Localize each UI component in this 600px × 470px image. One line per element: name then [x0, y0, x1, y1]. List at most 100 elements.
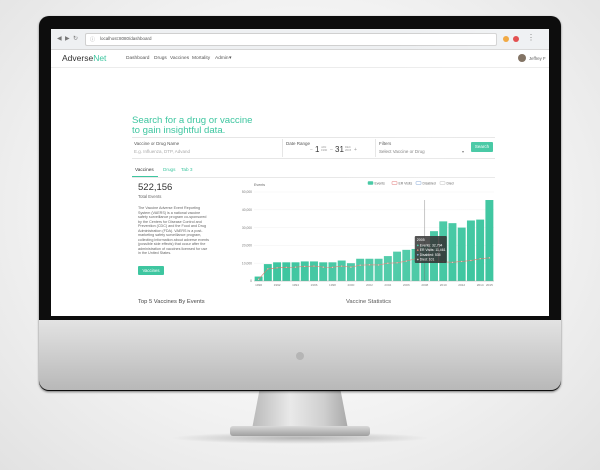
total-events-label: Total Events — [138, 194, 162, 199]
bar — [337, 260, 346, 281]
bar — [346, 263, 355, 281]
legend-swatch — [391, 181, 398, 185]
nav-admin[interactable]: Admin — [215, 56, 229, 61]
chevron-down-icon[interactable]: ▾ — [462, 149, 464, 154]
er-visits-point — [387, 262, 389, 264]
er-visits-point — [294, 266, 297, 268]
bar — [319, 262, 328, 281]
y-tick-label: 40,000 — [242, 208, 252, 212]
er-visits-point — [331, 266, 334, 269]
y-axis-label: Events — [254, 183, 265, 187]
tab-3[interactable]: Tab 3 — [181, 167, 192, 172]
y-tick-label: 20,000 — [242, 244, 252, 248]
date-start[interactable]: 1 — [315, 145, 319, 154]
tab-vaccines[interactable]: Vaccines — [135, 167, 154, 172]
tooltip-row: Disabled: 535 — [420, 253, 441, 257]
bar — [291, 262, 300, 281]
increment-icon[interactable]: + — [354, 147, 357, 153]
er-visits-point — [396, 262, 398, 264]
decrement-icon[interactable]: − — [310, 147, 313, 153]
nav-vaccines[interactable]: Vaccines — [170, 56, 189, 61]
tooltip-dot — [416, 253, 419, 256]
legend-swatch — [439, 181, 446, 185]
tooltip-row: Died: 101 — [420, 258, 435, 262]
x-tick-label: 2014 — [477, 283, 484, 287]
extension-icon[interactable] — [503, 36, 509, 42]
drug-name-input[interactable]: E.g. Influenza, DTP, Advand — [134, 149, 190, 154]
y-tick-label: 10,000 — [242, 261, 252, 265]
x-tick-label: 2015 — [486, 283, 493, 287]
address-bar[interactable]: ⓘ localhost:8080/dashboard — [85, 33, 497, 46]
er-visits-point — [267, 268, 269, 270]
x-tick-label: 2008 — [421, 283, 428, 287]
date-end[interactable]: 31 — [335, 145, 344, 154]
vaccine-statistics-heading: Vaccine Statistics — [346, 299, 391, 305]
bar — [365, 258, 374, 281]
drug-name-label: Vaccine or Drug Name — [134, 141, 180, 146]
bar — [383, 256, 392, 281]
logo[interactable]: AdverseNet — [62, 53, 106, 63]
er-visits-point — [377, 264, 380, 266]
nav-drugs[interactable]: Drugs — [154, 56, 167, 61]
legend-label: Disabled — [423, 181, 436, 185]
user-name[interactable]: Jeffrey F — [529, 56, 546, 61]
search-bar: Vaccine or Drug Name E.g. Influenza, DTP… — [132, 137, 495, 159]
filters-label: Filters — [379, 141, 392, 146]
er-visits-point — [304, 265, 306, 268]
nav-dashboard[interactable]: Dashboard — [126, 56, 149, 61]
bar — [328, 262, 337, 281]
avatar[interactable] — [518, 54, 526, 62]
bar — [273, 262, 282, 281]
er-visits-point — [276, 267, 278, 269]
bar — [263, 264, 272, 281]
monitor-stand-base — [230, 426, 370, 436]
tooltip-dot — [416, 258, 419, 261]
date-range-label: Date Range — [286, 141, 311, 146]
tooltip-dot — [416, 244, 419, 247]
date-end-sub: DEC 2015 — [345, 145, 352, 152]
logo-accent: Net — [93, 53, 107, 63]
er-visits-point — [470, 259, 472, 262]
y-tick-label: 50,000 — [242, 190, 252, 194]
page-info-icon: ⓘ — [90, 36, 96, 43]
er-visits-point — [451, 261, 454, 264]
total-events-count: 522,156 — [138, 182, 173, 193]
top-vaccines-heading: Top 5 Vaccines By Events — [138, 299, 205, 305]
y-tick-label: 0 — [250, 279, 252, 283]
search-button[interactable]: Search — [471, 142, 493, 152]
bar — [300, 261, 309, 281]
x-tick-label: 2002 — [366, 283, 373, 287]
forward-arrow-icon[interactable]: ▶ — [65, 35, 70, 42]
bar — [457, 227, 466, 281]
er-visits-point — [285, 266, 288, 269]
nav-mortality[interactable]: Mortality — [192, 56, 210, 61]
x-tick-label: 1994 — [292, 283, 299, 287]
reload-icon[interactable]: ↻ — [73, 35, 78, 42]
chevron-down-icon[interactable]: ▾ — [229, 56, 231, 61]
tooltip-row: Events: 32,794 — [420, 244, 443, 248]
tooltip-row: ER Visits: 11,461 — [420, 248, 446, 252]
filters-select[interactable]: Select Vaccine or Drug — [379, 149, 425, 154]
legend-label: Died — [447, 181, 454, 185]
bar — [466, 220, 475, 281]
legend-label: Events — [375, 181, 386, 185]
er-visits-point — [460, 260, 463, 263]
vaccines-button[interactable]: Vaccines — [138, 266, 164, 275]
back-arrow-icon[interactable]: ◀ — [57, 35, 62, 42]
x-tick-label: 2004 — [384, 283, 391, 287]
tab-drugs[interactable]: Drugs — [163, 167, 176, 172]
active-tab-indicator — [132, 176, 158, 177]
er-visits-point — [359, 264, 361, 266]
date-start-sub: JAN 1990 — [321, 145, 328, 152]
divider — [375, 139, 376, 157]
app-navbar: AdverseNet Dashboard Drugs Vaccines Mort… — [51, 50, 549, 68]
extension-icon[interactable] — [513, 36, 519, 42]
browser-menu-icon[interactable]: ⋮ — [527, 33, 535, 42]
bar — [374, 258, 383, 281]
er-visits-point — [313, 265, 315, 267]
divider — [282, 139, 283, 157]
bar — [448, 223, 457, 281]
monitor-stand — [252, 389, 348, 429]
tab-divider — [132, 177, 495, 178]
x-tick-label: 2006 — [403, 283, 410, 287]
